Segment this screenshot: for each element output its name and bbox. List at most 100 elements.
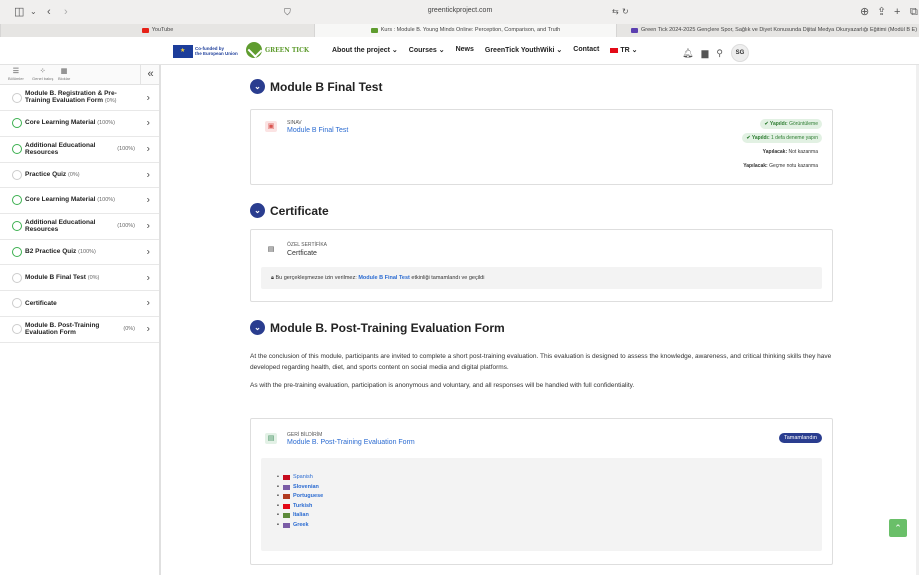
sidebar-item-certificate[interactable]: Certificate ›: [0, 291, 160, 317]
sections-tab[interactable]: ☰ Bölümler: [8, 68, 24, 81]
address-bar[interactable]: greentickproject.com: [280, 4, 640, 20]
activity-type: SINAV: [287, 120, 302, 126]
sidebar-item-additional-resources-2[interactable]: Additional Educational Resources (100%) …: [0, 214, 160, 240]
sidebar-item-label: Module B. Registration & Pre-Training Ev…: [25, 90, 117, 104]
chat-icon[interactable]: ▆: [701, 48, 708, 59]
language-link-portuguese[interactable]: Portuguese: [277, 492, 323, 502]
back-icon[interactable]: ‹: [47, 5, 51, 19]
section-heading: Module B. Post-Training Evaluation Form: [270, 320, 505, 335]
nav-youthwiki[interactable]: GreenTick YouthWiki ⌄: [485, 46, 562, 54]
green-tick-logo[interactable]: GREEN TICK: [246, 42, 309, 58]
chevron-down-icon[interactable]: ⌄: [250, 79, 265, 94]
language-link-slovenian[interactable]: Slovenian: [277, 483, 323, 493]
blocks-tab[interactable]: ▦ Bloklar: [58, 68, 70, 81]
eu-flag-icon: [173, 44, 193, 58]
sidebar-item-pct: (0%): [123, 326, 135, 333]
language-link-greek[interactable]: Greek: [277, 521, 323, 531]
restriction-link[interactable]: Module B Final Test: [358, 275, 410, 281]
section-final-test-title[interactable]: ⌄ Module B Final Test: [250, 79, 382, 94]
nav-about[interactable]: About the project ⌄: [332, 46, 398, 54]
progress-circle-icon: [12, 195, 22, 206]
new-tab-icon[interactable]: +: [894, 5, 900, 19]
downloads-icon[interactable]: ⊕: [860, 5, 869, 19]
language-link-italian[interactable]: Italian: [277, 511, 323, 521]
sidebar-item-post-training[interactable]: Module B. Post-Training Evaluation Form …: [0, 317, 160, 343]
language-link-turkish[interactable]: Turkish: [277, 502, 323, 512]
nav-news[interactable]: News: [456, 46, 474, 54]
chevron-down-icon[interactable]: ⌄: [30, 5, 37, 19]
sidebar-item-final-test[interactable]: Module B Final Test (0%) ›: [0, 265, 160, 291]
sidebar-top: ☰ Bölümler ⁘ Genel bakış ▦ Bloklar «: [0, 65, 160, 85]
sidebar-item-pct: (100%): [117, 146, 135, 153]
share-icon[interactable]: ⇪: [877, 5, 886, 19]
sidebar-item-b2-practice-quiz[interactable]: B2 Practice Quiz (100%) ›: [0, 240, 160, 266]
sidebar-item-practice-quiz[interactable]: Practice Quiz (0%) ›: [0, 163, 160, 189]
section-certificate-title[interactable]: ⌄ Certificate: [250, 203, 329, 218]
translate-icon[interactable]: ⇆: [612, 5, 619, 19]
certificate-icon: ▤: [267, 246, 275, 253]
grid-icon: ⁘: [39, 68, 46, 75]
browser-toolbar: ◫ ⌄ ‹ › ⛉ greentickproject.com ⇆ ↻ ⊕ ⇪ +…: [0, 0, 919, 24]
tab-label: Kurs : Module B. Young Minds Online: Per…: [380, 27, 561, 33]
bell-icon[interactable]: 🔔︎: [682, 48, 693, 59]
greece-flag-icon: [282, 522, 290, 528]
sidebar-item-label: Additional Educational Resources: [25, 219, 96, 234]
progress-circle-icon: [12, 92, 22, 103]
italy-flag-icon: [282, 513, 290, 519]
post-training-form-link[interactable]: Module B. Post-Training Evaluation Form: [287, 439, 415, 446]
chevron-right-icon: ›: [146, 143, 150, 155]
language-label: TR ⌄: [620, 47, 638, 54]
feedback-icon: ▤: [265, 433, 277, 444]
green-tick-mark-icon: [246, 42, 262, 58]
progress-circle-icon: [12, 324, 22, 335]
sidebar-item-label: Additional Educational Resources: [25, 142, 96, 157]
certificate-activity-card: ▤ ÖZEL SERTİFİKA Certficate 🔒︎ Bu gerçek…: [250, 229, 833, 302]
avatar[interactable]: SG: [730, 44, 749, 62]
restriction-notice: 🔒︎ Bu gerçekleşmezse izin verilmez: Modu…: [261, 267, 822, 289]
status-badge: Yapılacak: Geçme notu kazanma: [743, 163, 818, 169]
search-icon[interactable]: ⚲: [716, 48, 723, 59]
tab-green-tick-training[interactable]: Green Tick 2024-2025 Gençlere Spor, Sağl…: [616, 24, 919, 37]
chevron-right-icon: ›: [146, 92, 150, 103]
status-badge: ✔ Yapıldı: 1 defa deneme yapın: [742, 133, 822, 143]
language-link-spanish[interactable]: Spanish: [277, 473, 323, 483]
overview-tab[interactable]: ⁘ Genel bakış: [32, 68, 53, 81]
forward-icon[interactable]: ›: [64, 5, 68, 19]
section-post-training-title[interactable]: ⌄ Module B. Post-Training Evaluation For…: [250, 320, 505, 335]
back-to-top-button[interactable]: ⌃: [889, 519, 907, 537]
sidebar-item-additional-resources[interactable]: Additional Educational Resources (100%) …: [0, 137, 160, 163]
nav-language[interactable]: TR ⌄: [610, 46, 638, 54]
section-heading: Certificate: [270, 203, 329, 218]
tab-label: Green Tick 2024-2025 Gençlere Spor, Sağl…: [641, 27, 918, 33]
chevron-down-icon[interactable]: ⌄: [250, 320, 265, 335]
collapse-sidebar-button[interactable]: «: [140, 65, 160, 85]
tab-overview-icon[interactable]: ⧉: [910, 5, 918, 19]
tab-youtube[interactable]: YouTube: [0, 24, 314, 37]
certificate-name: Certficate: [287, 250, 317, 257]
section-description-2: As with the pre-training evaluation, par…: [250, 382, 635, 389]
final-test-link[interactable]: Module B Final Test: [287, 127, 348, 134]
sidebar-item-registration[interactable]: Module B. Registration & Pre-Training Ev…: [0, 85, 160, 111]
activity-type: ÖZEL SERTİFİKA: [287, 242, 328, 248]
blocks-icon: ▦: [60, 68, 68, 75]
sidebar-item-label: Practice Quiz: [25, 170, 67, 178]
url-text: greentickproject.com: [427, 7, 493, 14]
nav-courses[interactable]: Courses ⌄: [409, 46, 445, 54]
main-content: ⌄ Module B Final Test ▣ SINAV Module B F…: [161, 65, 919, 575]
status-badge: Yapılacak: Not kazanma: [762, 149, 818, 155]
tab-course[interactable]: Kurs : Module B. Young Minds Online: Per…: [314, 24, 616, 37]
reload-icon[interactable]: ↻: [622, 5, 629, 19]
sidebar-item-core-learning[interactable]: Core Learning Material (100%) ›: [0, 111, 160, 137]
chevron-down-icon[interactable]: ⌄: [250, 203, 265, 218]
turkey-flag-icon: [610, 47, 619, 53]
main-nav: About the project ⌄ Courses ⌄ News Green…: [332, 46, 638, 54]
tab-label: YouTube: [151, 27, 174, 33]
portugal-flag-icon: [282, 494, 290, 500]
greentick-favicon-icon: [370, 28, 378, 33]
sidebar-item-core-learning-2[interactable]: Core Learning Material (100%) ›: [0, 188, 160, 214]
turkey-flag-icon: [282, 503, 290, 509]
tab-bar: YouTube Kurs : Module B. Young Minds Onl…: [0, 24, 919, 37]
nav-contact[interactable]: Contact: [573, 46, 599, 54]
sidebar-item-label: Certificate: [25, 299, 57, 307]
sidebar-toggle-icon[interactable]: ◫: [14, 5, 24, 19]
